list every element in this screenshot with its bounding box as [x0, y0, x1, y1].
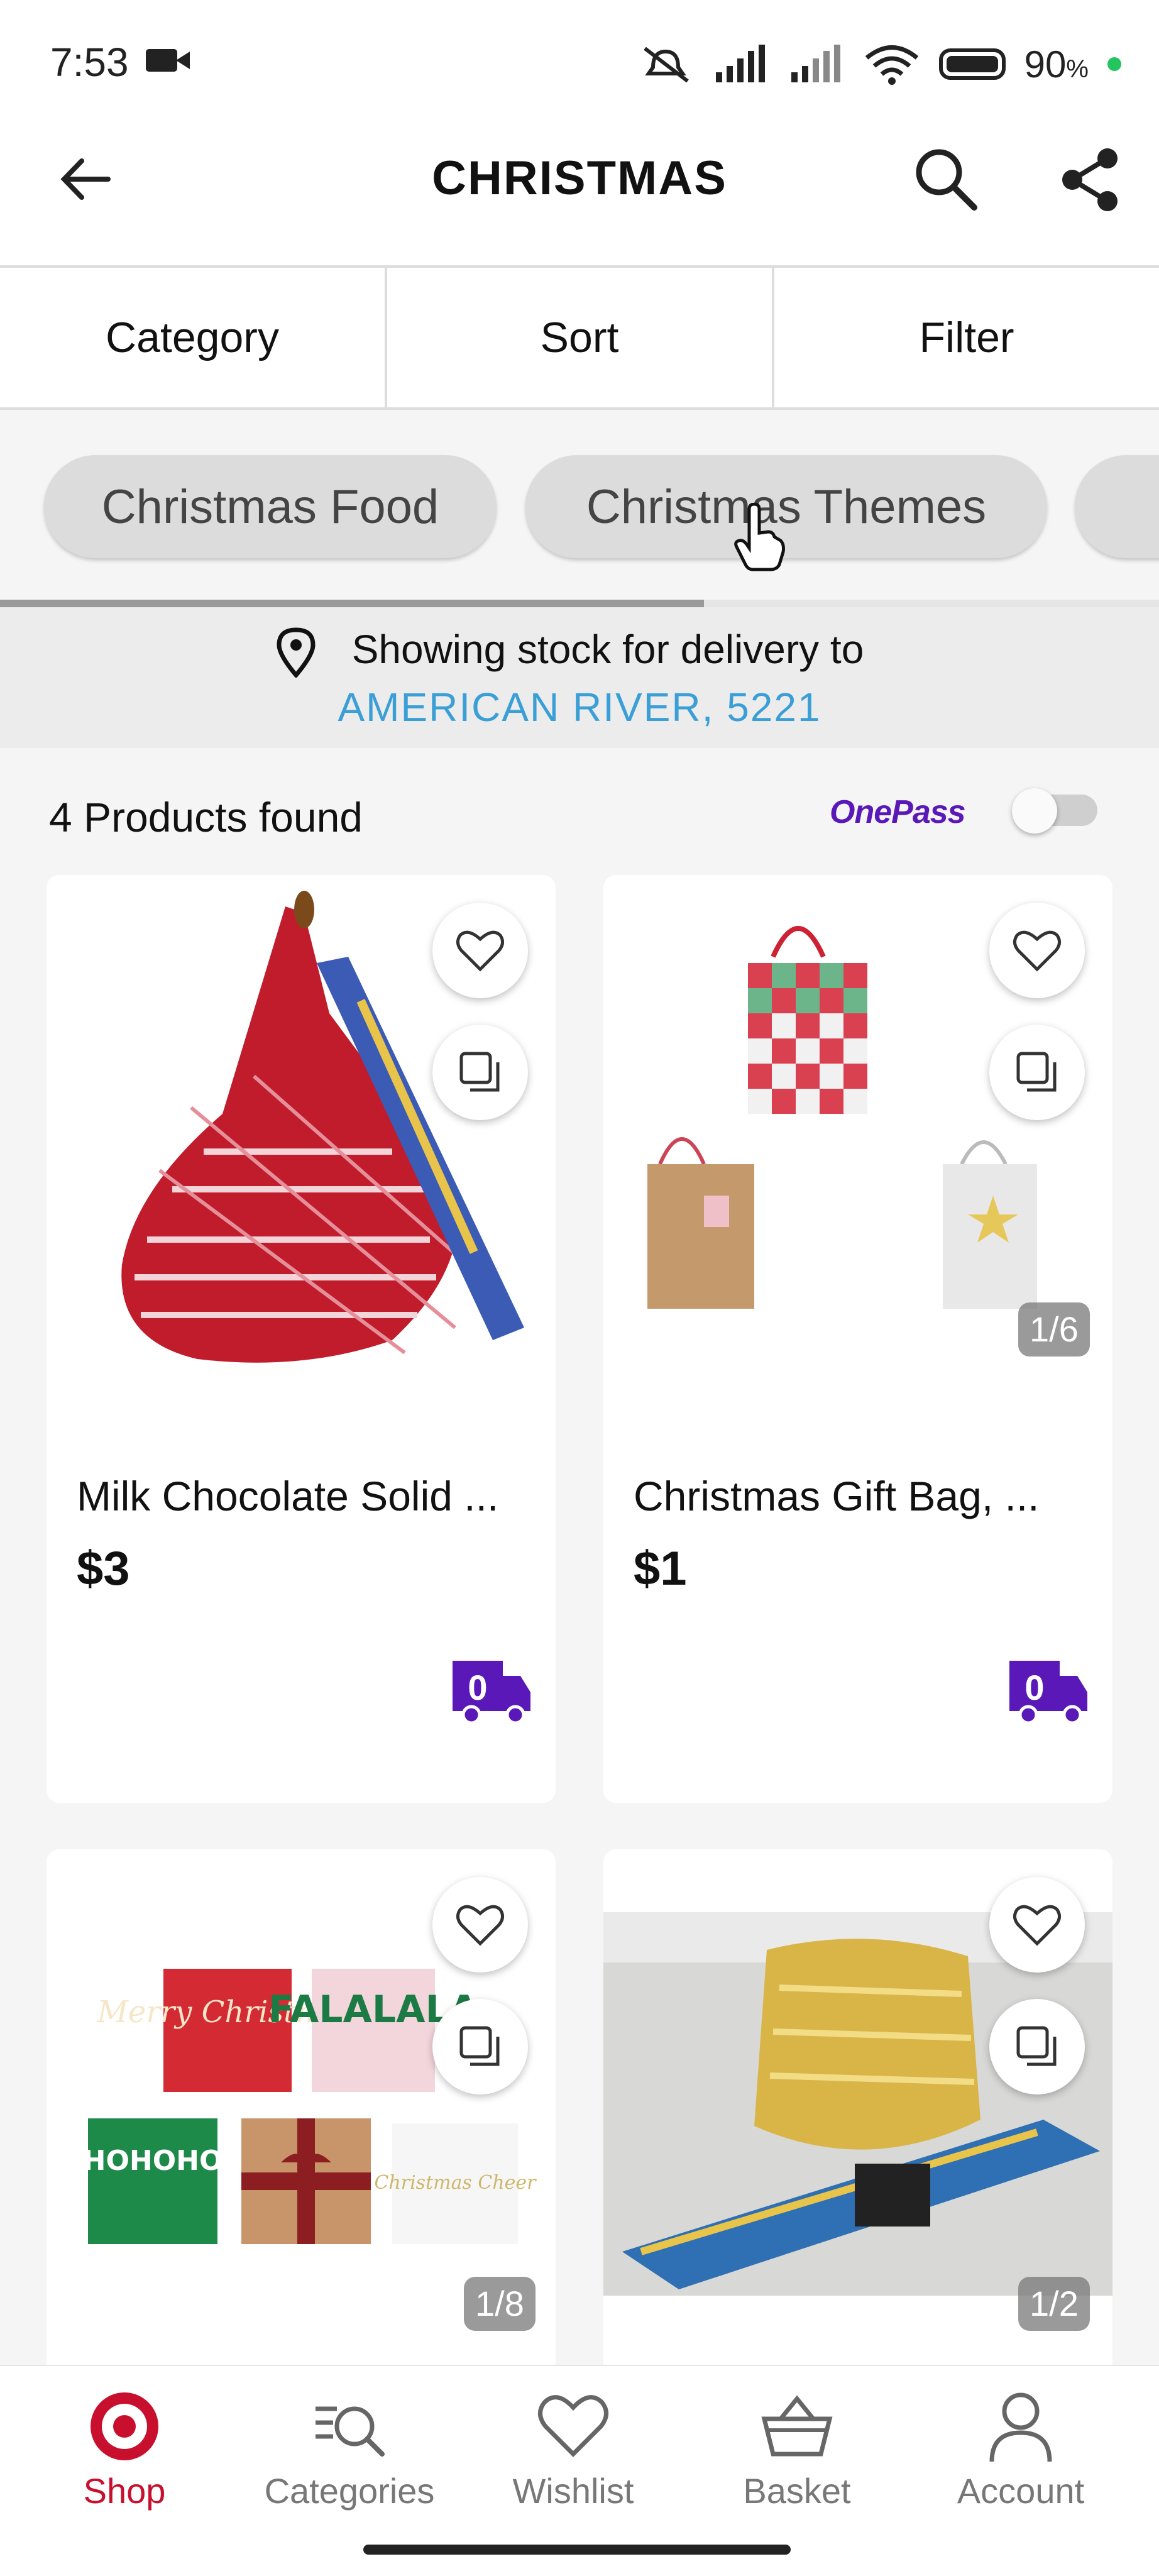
status-time: 7:53	[50, 40, 129, 85]
product-card[interactable]: Milk Chocolate Solid ... $3 0	[47, 875, 556, 1803]
delivery-text: Showing stock for delivery to	[351, 627, 864, 672]
heart-icon	[1013, 1905, 1061, 1946]
search-icon[interactable]	[911, 145, 980, 214]
compare-button[interactable]	[989, 1999, 1085, 2094]
svg-text:0: 0	[468, 1668, 487, 1707]
nav-label: Basket	[743, 2471, 851, 2511]
wishlist-button[interactable]	[432, 903, 528, 998]
product-price: $3	[77, 1542, 130, 1595]
delivery-location-link[interactable]: AMERICAN RIVER, 5221	[0, 684, 1159, 730]
status-icons: 90%	[637, 39, 1121, 89]
card-text-hohoho: HOHOHO	[84, 2145, 222, 2177]
onepass-delivery-icon: 0	[1009, 1661, 1087, 1724]
nav-label: Wishlist	[512, 2471, 634, 2511]
privacy-indicator-icon	[1107, 57, 1121, 71]
nav-basket[interactable]: Basket	[703, 2389, 891, 2511]
categories-search-icon	[316, 2406, 385, 2457]
home-indicator[interactable]	[363, 2545, 791, 2555]
product-title: Christmas Gift Bag, ...	[634, 1473, 1040, 1519]
signal-icon-2	[791, 45, 840, 82]
battery-percent: 90%	[1024, 43, 1089, 85]
hand-cursor-icon	[734, 503, 785, 571]
nav-account[interactable]: Account	[926, 2389, 1115, 2511]
compare-button[interactable]	[989, 1025, 1085, 1120]
sort-filter-bar: Category Sort Filter	[0, 268, 1159, 410]
product-card[interactable]: 1/2	[603, 1849, 1112, 2415]
wishlist-button[interactable]	[989, 903, 1085, 998]
compare-icon	[459, 2026, 500, 2066]
compare-icon	[1016, 1052, 1057, 1092]
page-title: CHRISTMAS	[432, 151, 727, 205]
product-card[interactable]: Merry Christmas FALALALA HOHOHO Christma…	[47, 1849, 556, 2415]
account-icon	[989, 2392, 1052, 2462]
target-logo-icon	[91, 2392, 158, 2460]
share-icon[interactable]	[1056, 145, 1125, 214]
tab-category[interactable]: Category	[0, 268, 387, 407]
battery-icon	[938, 48, 1006, 80]
tab-sort[interactable]: Sort	[387, 268, 774, 407]
heart-icon	[456, 1905, 504, 1946]
signal-icon	[715, 45, 765, 82]
heart-icon	[1013, 930, 1061, 972]
compare-icon	[459, 1052, 500, 1092]
mute-icon	[643, 47, 689, 83]
basket-icon	[761, 2395, 833, 2457]
subcategory-chips: Christmas Food Christmas Themes	[0, 410, 1159, 606]
nav-label: Account	[957, 2471, 1085, 2511]
heart-icon	[538, 2395, 608, 2457]
heart-icon	[456, 930, 504, 972]
products-count: 4 Products found	[49, 794, 363, 840]
nav-wishlist[interactable]: Wishlist	[479, 2389, 667, 2511]
image-counter: 1/8	[464, 2277, 536, 2331]
image-counter: 1/2	[1018, 2277, 1090, 2331]
product-price: $1	[634, 1542, 687, 1595]
nav-label: Shop	[83, 2471, 166, 2511]
wifi-icon	[865, 45, 918, 85]
product-title: Milk Chocolate Solid ...	[77, 1473, 499, 1519]
nav-categories[interactable]: Categories	[255, 2389, 444, 2511]
product-card[interactable]: 1/6 Christmas Gift Bag, ... $1 0	[603, 875, 1112, 1803]
chips-scroll-thumb[interactable]	[0, 600, 704, 607]
wishlist-button[interactable]	[989, 1877, 1085, 1973]
card-text-cheer: Christmas Cheer	[374, 2172, 537, 2194]
compare-icon	[1016, 2026, 1057, 2066]
onepass-logo: OnePass	[830, 794, 966, 830]
onepass-delivery-icon: 0	[453, 1661, 530, 1724]
chip-more[interactable]	[1075, 455, 1159, 558]
image-counter: 1/6	[1018, 1302, 1090, 1357]
nav-label: Categories	[264, 2471, 435, 2511]
svg-text:0: 0	[1024, 1668, 1044, 1707]
video-record-icon	[146, 49, 190, 72]
wishlist-button[interactable]	[432, 1877, 528, 1973]
chip-christmas-food[interactable]: Christmas Food	[44, 455, 497, 558]
tab-filter[interactable]: Filter	[774, 268, 1159, 407]
compare-button[interactable]	[432, 1999, 528, 2094]
nav-shop[interactable]: Shop	[30, 2389, 219, 2511]
onepass-toggle[interactable]	[1012, 786, 1100, 834]
compare-button[interactable]	[432, 1025, 528, 1120]
